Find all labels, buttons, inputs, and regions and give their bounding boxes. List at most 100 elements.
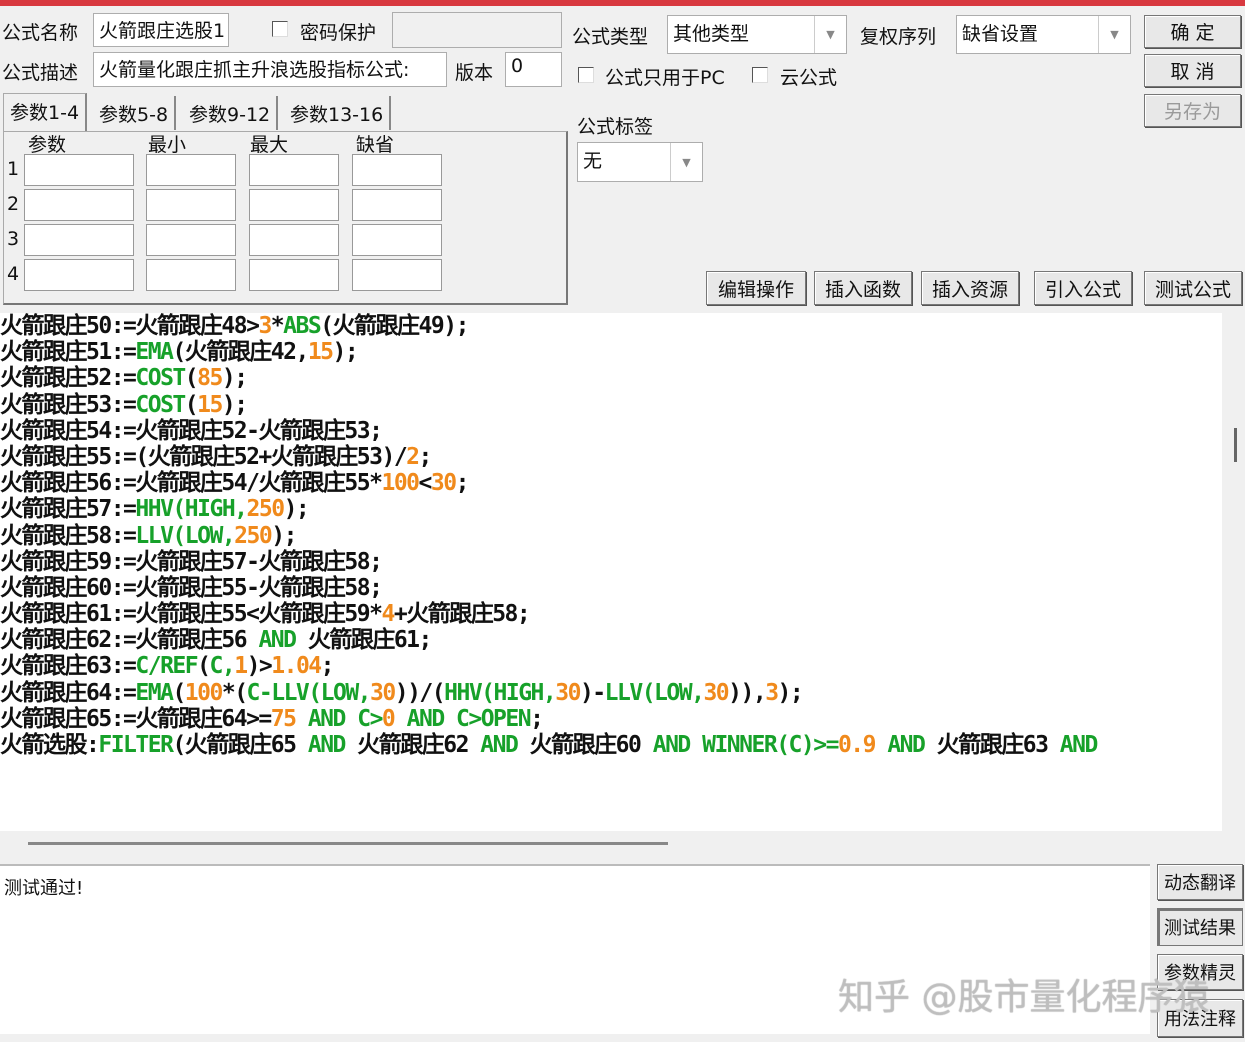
param-row-number: 2 xyxy=(7,193,20,215)
adjust-select[interactable]: 缺省设置 ▼ xyxy=(956,15,1131,54)
code-line: 火箭跟庄63:=C/REF(C,1)>1.04; xyxy=(0,653,1222,679)
cloud-checkbox[interactable] xyxy=(752,67,768,83)
code-text: 火箭跟庄61:=火箭跟庄55<火箭跟庄59* xyxy=(0,601,383,628)
code-keyword: HHV(HIGH, xyxy=(444,679,557,706)
code-text: )), xyxy=(728,679,767,706)
code-number: 0 xyxy=(381,705,396,732)
ok-button[interactable]: 确 定 xyxy=(1144,15,1241,48)
param-input-name[interactable] xyxy=(24,259,134,291)
code-text: ); xyxy=(283,496,310,523)
edit-operation-button[interactable]: 编辑操作 xyxy=(706,271,806,305)
test-result-button[interactable]: 测试结果 xyxy=(1157,908,1243,946)
formula-desc-input[interactable]: 火箭量化跟庄抓主升浪选股指标公式: xyxy=(93,52,447,87)
formula-tag-select[interactable]: 无 ▼ xyxy=(577,142,703,182)
code-text: 火箭跟庄65:=火箭跟庄64>= xyxy=(0,705,272,732)
formula-name-input[interactable]: 火箭跟庄选股1 xyxy=(93,13,229,47)
code-text: 火箭跟庄51:= xyxy=(0,339,137,366)
password-checkbox[interactable] xyxy=(272,21,288,37)
save-as-button[interactable]: 另存为 xyxy=(1144,94,1241,127)
code-text: ); xyxy=(332,339,359,366)
code-text: ); xyxy=(221,365,248,392)
param-header-default: 缺省 xyxy=(356,134,395,156)
vertical-scrollbar[interactable] xyxy=(1222,313,1245,831)
param-input-name[interactable] xyxy=(24,224,134,256)
code-line: 火箭跟庄57:=HHV(HIGH,250); xyxy=(0,496,1222,522)
code-line: 火箭跟庄51:=EMA(火箭跟庄42,15); xyxy=(0,339,1222,365)
code-number: 250 xyxy=(246,496,286,523)
code-keyword: AND WINNER(C)>= xyxy=(652,732,840,758)
param-input-min[interactable] xyxy=(146,189,236,221)
param-header-min: 最小 xyxy=(148,134,187,156)
code-text: 火箭跟庄53:= xyxy=(0,391,137,418)
code-keyword: EMA xyxy=(135,679,174,706)
param-input-default[interactable] xyxy=(352,259,442,291)
code-text: *( xyxy=(221,679,248,706)
cancel-button[interactable]: 取 消 xyxy=(1144,54,1241,87)
param-input-max[interactable] xyxy=(249,259,339,291)
adjust-value: 缺省设置 xyxy=(962,23,1039,45)
code-line: 火箭跟庄52:=COST(85); xyxy=(0,365,1222,391)
vertical-scrollbar-thumb[interactable] xyxy=(1234,428,1237,462)
formula-type-value: 其他类型 xyxy=(673,23,750,45)
param-input-default[interactable] xyxy=(352,189,442,221)
param-input-max[interactable] xyxy=(249,154,339,186)
code-keyword: HHV(HIGH, xyxy=(135,496,248,523)
param-input-max[interactable] xyxy=(249,224,339,256)
tab-params-13-16[interactable]: 参数13-16 xyxy=(284,96,392,130)
tab-params-5-8[interactable]: 参数5-8 xyxy=(93,96,177,130)
password-input[interactable] xyxy=(392,12,562,48)
code-text: 火箭跟庄59:=火箭跟庄57-火箭跟庄58; xyxy=(0,548,383,575)
import-formula-button[interactable]: 引入公式 xyxy=(1034,271,1132,305)
pc-only-checkbox[interactable] xyxy=(578,67,594,83)
version-input[interactable]: 0 xyxy=(505,52,562,87)
code-editor[interactable]: 火箭跟庄50:=火箭跟庄48>3*ABS(火箭跟庄49); 火箭跟庄51:=EMA… xyxy=(0,313,1222,831)
code-line: 火箭跟庄50:=火箭跟庄48>3*ABS(火箭跟庄49); xyxy=(0,313,1222,339)
tab-params-9-12[interactable]: 参数9-12 xyxy=(183,96,279,130)
code-keyword: COST xyxy=(135,365,186,392)
param-input-default[interactable] xyxy=(352,154,442,186)
code-text: ( xyxy=(197,653,211,680)
horizontal-scrollbar-thumb[interactable] xyxy=(28,842,668,845)
param-input-name[interactable] xyxy=(24,189,134,221)
code-text: 火箭跟庄60:=火箭跟庄55-火箭跟庄58; xyxy=(0,574,383,601)
chevron-down-icon: ▼ xyxy=(814,16,846,53)
code-keyword: AND xyxy=(874,732,926,758)
code-text: ; xyxy=(455,470,470,497)
code-text: 火箭跟庄57:= xyxy=(0,496,137,523)
code-number: 30 xyxy=(703,679,729,706)
param-input-min[interactable] xyxy=(146,154,236,186)
param-row-number: 1 xyxy=(7,158,20,180)
code-text: 火箭跟庄54:=火箭跟庄52-火箭跟庄53; xyxy=(0,417,383,444)
param-row-number: 3 xyxy=(7,228,20,250)
code-keyword: FILTER xyxy=(98,732,174,758)
param-input-default[interactable] xyxy=(352,224,442,256)
formula-type-select[interactable]: 其他类型 ▼ xyxy=(667,15,847,54)
chevron-down-icon: ▼ xyxy=(670,143,702,181)
dynamic-translate-button[interactable]: 动态翻译 xyxy=(1157,864,1243,900)
param-input-name[interactable] xyxy=(24,154,134,186)
param-input-min[interactable] xyxy=(146,259,236,291)
insert-resource-button[interactable]: 插入资源 xyxy=(921,271,1019,305)
param-input-max[interactable] xyxy=(249,189,339,221)
code-line: 火箭跟庄54:=火箭跟庄52-火箭跟庄53; xyxy=(0,418,1222,444)
code-line: 火箭跟庄59:=火箭跟庄57-火箭跟庄58; xyxy=(0,549,1222,575)
code-text: ; xyxy=(530,705,544,732)
formula-tag-value: 无 xyxy=(583,150,603,172)
code-number: 2 xyxy=(406,443,420,470)
code-keyword: AND xyxy=(1059,732,1099,758)
code-text: (火箭跟庄49); xyxy=(320,313,469,339)
code-text: * xyxy=(270,313,285,339)
code-text: 火箭跟庄64:= xyxy=(0,679,137,706)
insert-function-button[interactable]: 插入函数 xyxy=(814,271,912,305)
code-number: 100 xyxy=(381,470,420,497)
code-keyword: AND C> xyxy=(295,705,384,732)
formula-name-label: 公式名称 xyxy=(2,22,79,44)
code-text: ))/( xyxy=(394,679,446,706)
param-input-min[interactable] xyxy=(146,224,236,256)
tab-params-1-4[interactable]: 参数1-4 xyxy=(3,93,88,131)
code-text: 火箭跟庄50:=火箭跟庄48> xyxy=(0,313,260,339)
test-formula-button[interactable]: 测试公式 xyxy=(1144,271,1242,305)
code-number: 15 xyxy=(197,391,223,418)
code-text: ( xyxy=(172,679,186,706)
adjust-label: 复权序列 xyxy=(860,26,937,48)
